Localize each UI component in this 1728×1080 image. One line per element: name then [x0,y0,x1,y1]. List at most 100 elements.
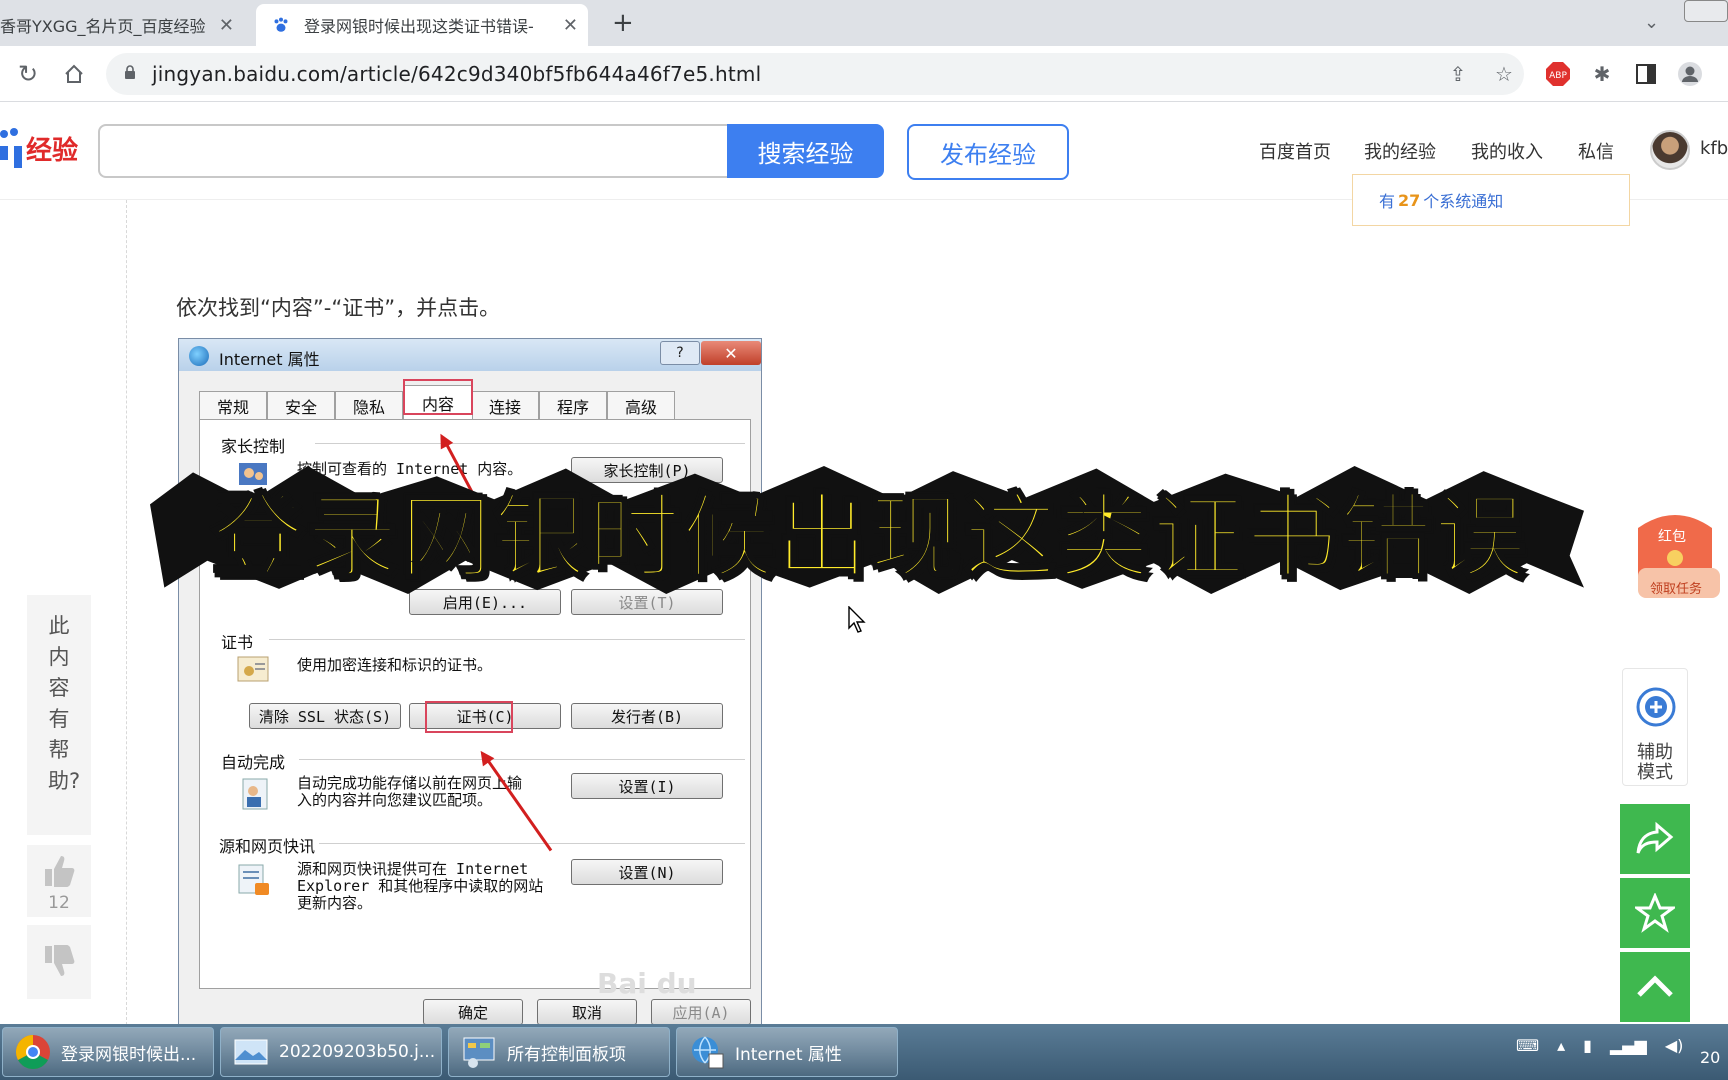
feeds-description-line1: 源和网页快讯提供可在 Internet [297,860,529,878]
thumbs-up-icon [45,856,75,887]
taskbar-internet-properties[interactable]: Internet 属性 [676,1027,898,1077]
taskbar-item-label: 所有控制面板项 [507,1044,626,1065]
tab-title: 香哥YXGG_名片页_百度经验 [0,17,206,36]
taskbar-item-label: Internet 属性 [735,1044,842,1065]
search-button[interactable]: 搜索经验 [727,124,884,178]
baidu-jingyan-logo[interactable]: 经验 [0,126,78,170]
video-title-banner: 登录网银时候出现这类证书错误 [160,474,1580,592]
group-divider [269,639,745,640]
avatar[interactable] [1650,130,1690,170]
taskbar-image-viewer[interactable]: 202209203b50.j... [220,1027,442,1077]
baidu-watermark: Bai du [597,967,697,1000]
lock-icon [125,65,135,79]
reload-icon[interactable]: ↻ [12,58,44,90]
group-autocomplete: 自动完成 [221,753,286,772]
autocomplete-description-line2: 入的内容并向您建议匹配项。 [297,791,493,809]
publish-button[interactable]: 发布经验 [907,124,1069,180]
favorite-button[interactable] [1620,878,1690,948]
address-bar[interactable]: jingyan.baidu.com/article/642c9d340bf5fb… [106,53,1524,95]
tab-programs: 程序 [539,391,607,419]
taskbar-control-panel[interactable]: 所有控制面板项 [448,1027,670,1077]
close-icon[interactable]: ✕ [563,15,578,36]
tab-general: 常规 [199,391,267,419]
feeds-icon [238,864,269,895]
windows-taskbar: 登录网银时候出... 202209203b50.j... 所有控制面板项 Int… [0,1024,1728,1080]
new-tab-button[interactable]: + [612,8,634,38]
close-icon[interactable]: ✕ [219,15,234,36]
share-icon[interactable]: ⇪ [1442,58,1474,90]
feeds-description-line3: 更新内容。 [297,894,373,912]
taskbar-item-label: 202209203b50.j... [279,1042,436,1062]
tab-title: 登录网银时候出现这类证书错误- [304,17,534,36]
signal-icon[interactable]: ▂▄▆ [1610,1036,1647,1055]
nav-my-experience[interactable]: 我的经验 [1364,138,1436,164]
taskbar-clock[interactable]: 20 [1700,1048,1720,1067]
notification-suffix: 个系统通知 [1423,192,1504,211]
group-divider [299,759,745,760]
browser-tab-profile[interactable]: 香哥YXGG_名片页_百度经验 ✕ [0,4,244,46]
content-divider [126,200,127,1030]
step-instruction: 依次找到“内容”-“证书”，并点击。 [176,296,501,320]
notification-count: 27 [1398,190,1421,210]
baidu-paw-icon [274,17,288,32]
show-hidden-icons-icon[interactable]: ▴ [1557,1036,1565,1055]
helpful-question-text: 此内容有帮助? [48,614,81,793]
banner-text: 登录网银时候出现这类证书错误 [210,482,1528,592]
nav-baidu-home[interactable]: 百度首页 [1259,138,1331,164]
feedback-panel: 此内容有帮助? 12 [27,595,91,1001]
autocomplete-description-line1: 自动完成功能存储以前在网页上输 [297,774,523,792]
notification-popup[interactable]: 有 27 个系统通知 [1352,174,1630,226]
svg-text:ABP: ABP [1549,71,1567,81]
certificate-icon [237,656,269,682]
certificates-description: 使用加密连接和标识的证书。 [297,656,493,674]
profile-icon[interactable] [1674,58,1706,90]
feeds-settings-button: 设置(N) [571,859,723,885]
dislike-button[interactable] [27,925,91,999]
control-panel-icon [463,1037,495,1068]
nav-my-income[interactable]: 我的收入 [1471,138,1543,164]
group-divider [319,843,745,844]
assist-mode-label: 辅助模式 [1637,742,1673,783]
adblock-extension-icon[interactable]: ABP [1542,58,1574,90]
internet-options-icon [692,1036,724,1069]
red-envelope-task-widget[interactable]: 红包 领取任务 [1630,508,1720,602]
ok-button: 确定 [423,999,523,1025]
mouse-cursor-icon [848,606,866,633]
baidu-paw-icon [0,128,22,168]
bookmark-star-icon[interactable]: ☆ [1488,58,1520,90]
highlight-box [403,379,473,415]
help-button: ? [660,341,700,365]
tab-advanced: 高级 [607,391,675,419]
volume-icon[interactable]: ◀) [1665,1036,1684,1055]
search-input[interactable] [98,124,728,178]
window-minimize-button[interactable] [1684,0,1728,22]
group-certificates: 证书 [221,633,254,652]
red-envelope-label: 红包 [1658,529,1686,545]
helpful-question: 此内容有帮助? [27,595,91,835]
assist-mode-button[interactable]: 辅助模式 [1622,668,1688,786]
taskbar-chrome[interactable]: 登录网银时候出... [2,1027,214,1077]
chevron-down-icon[interactable]: ⌄ [1644,12,1659,33]
chevron-up-icon [1637,975,1673,997]
share-arrow-icon [1636,821,1674,854]
nav-messages[interactable]: 私信 [1578,138,1614,164]
browser-tab-bar: 香哥YXGG_名片页_百度经验 ✕ 登录网银时候出现这类证书错误- ✕ + ⌄ [0,0,1728,46]
home-icon[interactable] [58,58,90,90]
username[interactable]: kfb8 [1700,138,1728,159]
tab-security: 安全 [267,391,335,419]
browser-toolbar: ↻ jingyan.baidu.com/article/642c9d340bf5… [0,46,1728,102]
autocomplete-settings-button: 设置(I) [571,773,723,799]
clear-ssl-button: 清除 SSL 状态(S) [249,703,401,729]
keyboard-icon[interactable]: ⌨ [1516,1036,1539,1055]
dialog-titlebar: Internet 属性 ? ✕ [179,339,761,371]
browser-tab-article[interactable]: 登录网银时候出现这类证书错误- ✕ [256,4,588,46]
network-icon[interactable]: ▮ [1583,1036,1592,1055]
share-button[interactable] [1620,804,1690,874]
side-panel-icon[interactable] [1630,58,1662,90]
taskbar-item-label: 登录网银时候出... [61,1044,197,1065]
cancel-button: 取消 [537,999,637,1025]
back-to-top-button[interactable] [1620,952,1690,1022]
close-icon: ✕ [701,341,761,365]
notification-prefix: 有 [1379,192,1396,211]
extensions-puzzle-icon[interactable]: ✱ [1586,58,1618,90]
